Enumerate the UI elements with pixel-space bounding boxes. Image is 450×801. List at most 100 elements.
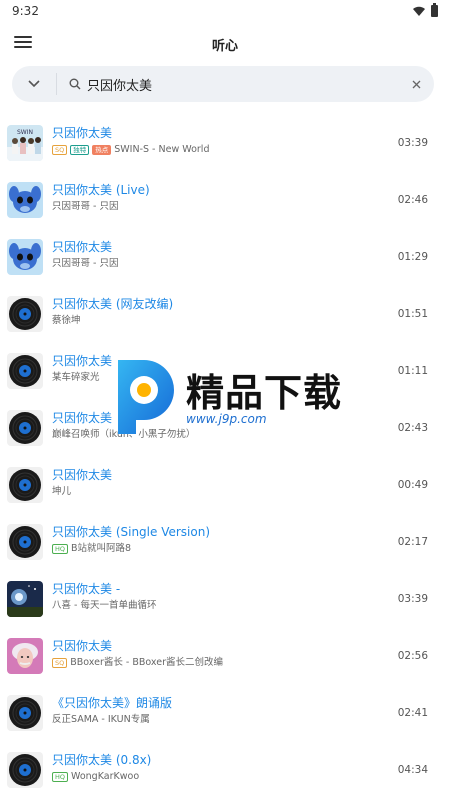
song-item[interactable]: 只因你太美巅峰召唤师（ikun、小黑子勿扰） 02:43 [0,399,450,456]
song-item[interactable]: SWIN 只因你太美 SQ 独特 热点 SWIN-S - New World 03:39 [0,114,450,171]
song-artist-album: B站就叫阿路8 [71,543,132,554]
song-artist-album: 只因哥哥 - 只因 [52,258,119,269]
song-artist-album: WongKarKwoo [71,771,140,782]
album-cover [7,466,43,503]
album-cover [7,580,43,617]
status-bar: 9:32 [0,0,450,22]
song-info: 只因你太美巅峰召唤师（ikun、小黑子勿扰） [52,409,195,443]
song-info: 只因你太美 SQ BBoxer酱长 - BBoxer酱长二创改编 [52,637,223,671]
song-subtitle-row: 坤儿 [52,484,112,500]
song-item[interactable]: 《只因你太美》朗诵版 反正SAMA - IKUN专属 02:41 [0,684,450,741]
song-title: 只因你太美 (Single Version) [52,525,211,539]
song-item[interactable]: 只因你太美 (Live) 只因哥哥 - 只因 02:46 [0,171,450,228]
song-artist-album: 蔡徐坤 [52,315,81,326]
song-item[interactable]: 只因你太美只因哥哥 - 只因 01:29 [0,228,450,285]
song-title: 只因你太美 [52,639,113,653]
song-duration: 00:49 [397,478,428,491]
status-time: 9:32 [12,4,39,18]
song-item[interactable]: 只因你太美某车碎家光 01:11 [0,342,450,399]
song-title: 只因你太美 - [52,582,121,596]
search-input[interactable] [87,66,398,102]
song-artist-album: 反正SAMA - IKUN专属 [52,714,150,725]
song-duration: 04:34 [397,763,428,776]
song-subtitle-row: 只因哥哥 - 只因 [52,256,118,272]
album-cover [7,637,43,674]
song-item[interactable]: 只因你太美 (网友改编) 蔡徐坤 01:51 [0,285,450,342]
song-info: 只因你太美某车碎家光 [52,352,112,386]
song-subtitle-row: 巅峰召唤师（ikun、小黑子勿扰） [52,427,195,443]
battery-icon [431,3,438,17]
quality-badge: 热点 [92,145,112,155]
svg-text:SWIN: SWIN [17,129,33,136]
song-subtitle-row: HQ WongKarKwoo [52,769,151,785]
song-info: 《只因你太美》朗诵版 反正SAMA - IKUN专属 [52,694,172,728]
song-item[interactable]: 只因你太美 SQ BBoxer酱长 - BBoxer酱长二创改编 02:56 [0,627,450,684]
song-artist-album: 巅峰召唤师（ikun、小黑子勿扰） [52,429,196,440]
search-icon [63,78,87,90]
song-info: 只因你太美 (Single Version) HQ B站就叫阿路8 [52,523,210,557]
source-dropdown-button[interactable] [12,66,56,102]
album-cover [7,181,43,218]
song-info: 只因你太美只因哥哥 - 只因 [52,238,118,272]
quality-badge: SQ [52,658,68,668]
song-duration: 01:29 [397,250,428,263]
album-cover: SWIN [7,124,43,161]
song-title: 只因你太美 [52,354,113,368]
song-duration: 02:17 [397,535,428,548]
album-cover [7,751,43,788]
album-cover [7,238,43,275]
song-artist-album: 某车碎家光 [52,372,100,383]
song-duration: 02:43 [397,421,428,434]
song-title: 《只因你太美》朗诵版 [52,696,173,710]
quality-badge: HQ [52,772,69,782]
song-item[interactable]: 只因你太美 (Single Version) HQ B站就叫阿路8 02:17 [0,513,450,570]
song-info: 只因你太美 (网友改编) 蔡徐坤 [52,295,173,329]
divider [56,73,57,95]
song-artist-album: 只因哥哥 - 只因 [52,201,119,212]
song-title: 只因你太美 [52,411,113,425]
song-title: 只因你太美 (网友改编) [52,297,174,311]
album-cover [7,295,43,332]
song-info: 只因你太美 坤儿 [52,466,112,500]
song-subtitle-row: HQ B站就叫阿路8 [52,541,210,557]
status-icons [413,3,438,17]
search-bar [12,66,434,102]
album-cover [7,352,43,389]
song-info: 只因你太美 - 八喜 - 每天一首单曲循环 [52,580,156,614]
song-duration: 02:56 [397,649,428,662]
song-title: 只因你太美 [52,240,113,254]
album-cover [7,409,43,446]
song-artist-album: 坤儿 [52,486,72,497]
song-subtitle-row: SQ BBoxer酱长 - BBoxer酱长二创改编 [52,655,223,671]
song-info: 只因你太美 (Live) 只因哥哥 - 只因 [52,181,150,215]
song-item[interactable]: 只因你太美坤儿 00:49 [0,456,450,513]
close-icon [412,80,420,88]
song-item[interactable]: 只因你太美 (0.8x) HQ WongKarKwoo 04:34 [0,741,450,798]
song-list: SWIN 只因你太美 SQ 独特 热点 SWIN-S - New World 03:39 只因… [0,114,450,798]
song-info: 只因你太美 SQ 独特 热点 SWIN-S - New World [52,124,209,158]
song-item[interactable]: 只因你太美 - 八喜 - 每天一首单曲循环 03:39 [0,570,450,627]
clear-search-button[interactable] [398,66,434,102]
song-subtitle-row: 只因哥哥 - 只因 [52,199,150,215]
quality-badge: SQ [52,145,68,155]
song-duration: 01:11 [397,364,428,377]
song-title: 只因你太美 (0.8x) [52,753,152,767]
wifi-icon [413,6,425,16]
song-subtitle-row: 某车碎家光 [52,370,112,386]
chevron-down-icon [28,80,40,88]
song-duration: 02:46 [397,193,428,206]
song-duration: 02:41 [397,706,428,719]
song-info: 只因你太美 (0.8x) HQ WongKarKwoo [52,751,151,785]
song-title: 只因你太美 [52,126,113,140]
app-bar: 听心 [0,22,450,66]
song-duration: 03:39 [397,136,428,149]
song-duration: 01:51 [397,307,428,320]
song-subtitle-row: 蔡徐坤 [52,313,173,329]
song-subtitle-row: 八喜 - 每天一首单曲循环 [52,598,156,614]
menu-icon[interactable] [14,36,32,50]
song-title: 只因你太美 [52,468,113,482]
song-subtitle-row: 反正SAMA - IKUN专属 [52,712,172,728]
song-artist-album: 八喜 - 每天一首单曲循环 [52,600,157,611]
album-cover [7,523,43,560]
song-subtitle-row: SQ 独特 热点 SWIN-S - New World [52,142,209,158]
